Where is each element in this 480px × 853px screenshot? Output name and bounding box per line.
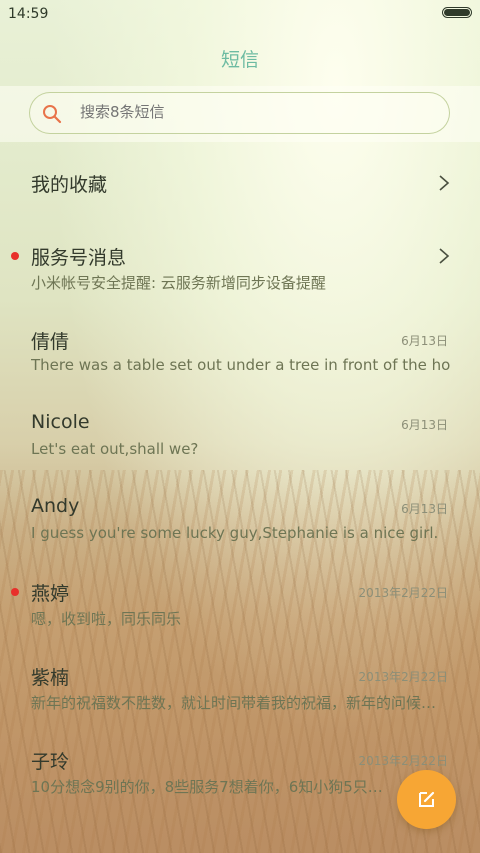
battery-icon — [442, 7, 472, 18]
conversation-date: 2013年2月22日 — [358, 586, 448, 600]
conversation-row[interactable]: Andy I guess you're some lucky guy,Stepha… — [0, 478, 480, 562]
conversation-name: 服务号消息 — [31, 247, 127, 269]
conversation-row[interactable]: 燕婷嗯，收到啦，同乐同乐 2013年2月22日 — [0, 562, 480, 646]
search-icon — [43, 105, 62, 124]
conversation-preview: 10分想念9别的你，8些服务7想着你，6知小狗5只… — [31, 778, 383, 796]
conversation-name: Nicole — [31, 411, 90, 433]
conversation-preview: 新年的祝福数不胜数，就让时间带着我的祝福，新年的问候… — [31, 694, 437, 712]
conversation-name: 子玲 — [31, 751, 70, 773]
conversation-row[interactable]: 倩倩 There was a table set out under a tree… — [0, 310, 480, 394]
conversation-name: 倩倩 — [31, 331, 70, 353]
conversation-row[interactable]: 服务号消息小米帐号安全提醒: 云服务新增同步设备提醒 — [0, 226, 480, 310]
conversation-list: 我的收藏服务号消息小米帐号安全提醒: 云服务新增同步设备提醒倩倩 There wa… — [0, 142, 480, 814]
conversation-name: 燕婷 — [31, 583, 70, 605]
conversation-name: Andy — [31, 495, 80, 517]
status-time: 14:59 — [8, 6, 49, 22]
conversation-date: 6月13日 — [401, 502, 448, 516]
conversation-preview: 小米帐号安全提醒: 云服务新增同步设备提醒 — [31, 274, 326, 292]
conversation-name: 紫楠 — [31, 667, 70, 689]
conversation-name: 我的收藏 — [31, 174, 108, 196]
conversation-date: 2013年2月22日 — [358, 754, 448, 768]
page-title: 短信 — [220, 49, 259, 71]
compose-icon — [419, 791, 435, 807]
conversation-preview: There was a table set out under a tree i… — [31, 356, 451, 374]
search-input[interactable] — [80, 93, 420, 132]
unread-dot — [11, 252, 19, 260]
conversation-row[interactable]: Nicole Let's eat out,shall we? 6月13日 — [0, 394, 480, 478]
battery-level — [444, 9, 470, 16]
conversation-row[interactable]: 紫楠新年的祝福数不胜数，就让时间带着我的祝福，新年的问候… 2013年2月22日 — [0, 646, 480, 730]
conversation-preview: I guess you're some lucky guy,Stephanie … — [31, 524, 439, 542]
conversation-preview: 嗯，收到啦，同乐同乐 — [31, 610, 182, 628]
conversation-date: 6月13日 — [401, 334, 448, 348]
conversation-row[interactable]: 我的收藏 — [0, 142, 480, 226]
unread-dot — [11, 588, 19, 596]
chevron-right-icon — [439, 175, 450, 191]
search-box[interactable] — [29, 92, 450, 134]
chevron-right-icon — [439, 248, 450, 264]
conversation-preview: Let's eat out,shall we? — [31, 440, 199, 458]
status-bar: 14:59 — [0, 0, 480, 28]
compose-button[interactable] — [397, 770, 456, 829]
conversation-date: 6月13日 — [401, 418, 448, 432]
conversation-date: 2013年2月22日 — [358, 670, 448, 684]
